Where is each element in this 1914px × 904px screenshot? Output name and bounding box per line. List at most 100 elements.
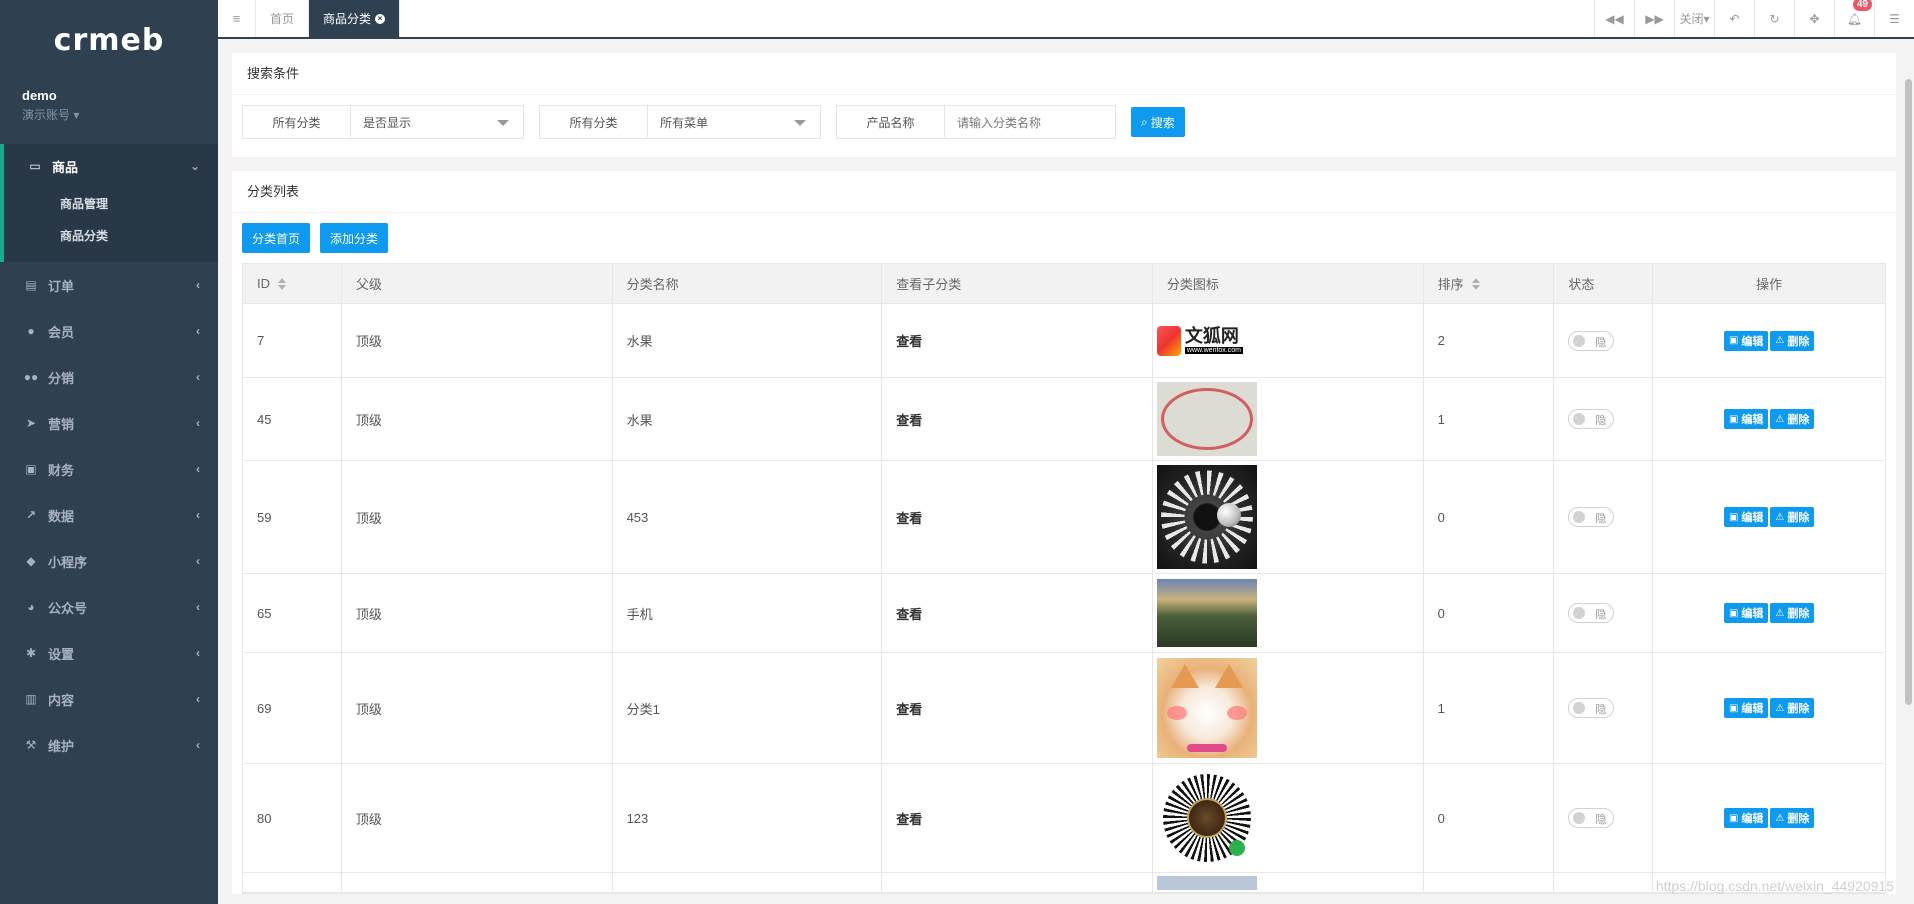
- chevron-left-icon: ‹: [196, 692, 200, 706]
- edit-button[interactable]: ▣ 编辑: [1723, 808, 1769, 828]
- edit-button[interactable]: ▣ 编辑: [1723, 330, 1769, 351]
- filter-menu-select[interactable]: 所有菜单: [648, 106, 820, 138]
- category-image[interactable]: [1156, 770, 1257, 866]
- menu-toggle-button[interactable]: ≡: [218, 0, 256, 37]
- category-name-input[interactable]: 请输入分类名称: [945, 106, 1115, 138]
- view-children-link[interactable]: 查看: [882, 574, 1153, 652]
- edit-button[interactable]: ▣ 编辑: [1723, 409, 1769, 429]
- category-image[interactable]: [1156, 875, 1257, 890]
- edit-button[interactable]: ▣ 编辑: [1723, 603, 1769, 623]
- back-button[interactable]: ↶: [1714, 0, 1754, 37]
- category-image[interactable]: [1156, 382, 1257, 456]
- menu-content[interactable]: ▥ 内容 ‹: [0, 676, 218, 722]
- fullscreen-button[interactable]: ✥: [1794, 0, 1834, 37]
- status-toggle[interactable]: 隐: [1568, 603, 1615, 623]
- filter-show-select[interactable]: 是否显示: [351, 106, 523, 138]
- row-name: 水果: [613, 378, 883, 460]
- chevron-left-icon: ‹: [196, 554, 200, 568]
- status-toggle[interactable]: 隐: [1568, 808, 1615, 828]
- edit-label: 编辑: [1741, 608, 1764, 620]
- user-name: demo: [22, 88, 57, 103]
- category-image[interactable]: [1156, 579, 1257, 647]
- tab-goods-category[interactable]: 商品分类 ×: [309, 0, 401, 37]
- menu-member[interactable]: ● 会员 ‹: [0, 308, 218, 354]
- chevron-down-icon: ⌄: [189, 159, 200, 173]
- search-button[interactable]: ⌕ 搜索: [1131, 107, 1185, 137]
- delete-button[interactable]: ⚠ 删除: [1770, 409, 1815, 429]
- edit-label: 编辑: [1741, 813, 1764, 825]
- category-home-button[interactable]: 分类首页: [242, 223, 311, 253]
- edit-button[interactable]: ▣ 编辑: [1723, 507, 1769, 527]
- table-row: 69 顶级 分类1 查看 1 隐 ▣ 编辑 ⚠ 删除: [243, 653, 1885, 764]
- row-children: [882, 873, 1153, 892]
- tab-goods-category-label: 商品分类: [323, 12, 372, 26]
- row-id: 69: [243, 653, 342, 763]
- close-dropdown-button[interactable]: 关闭 ▾: [1674, 0, 1714, 37]
- scroll-left-button[interactable]: ◀◀: [1594, 0, 1634, 37]
- refresh-icon: ↻: [1769, 11, 1780, 26]
- row-actions: ▣ 编辑 ⚠ 删除: [1653, 653, 1885, 763]
- row-sort: 0: [1424, 574, 1555, 652]
- menu-marketing[interactable]: ➤ 营销 ‹: [0, 400, 218, 446]
- chevron-left-icon: ‹: [196, 738, 200, 752]
- watermark: https://blog.csdn.net/weixin_44920915: [1655, 878, 1894, 894]
- view-children-link[interactable]: 查看: [882, 764, 1153, 872]
- delete-button[interactable]: ⚠ 删除: [1770, 507, 1815, 527]
- refresh-button[interactable]: ↻: [1754, 0, 1794, 37]
- submenu-goods-category[interactable]: 商品分类: [60, 220, 218, 252]
- col-label: ID: [257, 276, 270, 291]
- menu-settings[interactable]: ✱ 设置 ‹: [0, 630, 218, 676]
- scroll-right-button[interactable]: ▶▶: [1634, 0, 1674, 37]
- close-tab-icon[interactable]: ×: [375, 13, 386, 24]
- backward-icon: ◀◀: [1605, 11, 1624, 26]
- page-scrollbar[interactable]: [1905, 79, 1912, 705]
- add-category-button[interactable]: 添加分类: [320, 223, 389, 253]
- tab-home[interactable]: 首页: [256, 0, 310, 37]
- view-children-link[interactable]: 查看: [882, 378, 1153, 460]
- menu-finance[interactable]: ▣ 财务 ‹: [0, 446, 218, 492]
- chevron-left-icon: ‹: [196, 462, 200, 476]
- toggle-label: 隐: [1595, 704, 1607, 716]
- category-image[interactable]: 文狐网 www.wenfox.com: [1156, 322, 1257, 359]
- user-role-dropdown[interactable]: 演示账号 ▾: [22, 106, 196, 123]
- submenu-goods-manage[interactable]: 商品管理: [60, 188, 218, 220]
- wechat-icon: ◕: [27, 600, 35, 614]
- menu-distribution[interactable]: ●● 分销 ‹: [0, 354, 218, 400]
- table-row: 65 顶级 手机 查看 0 隐 ▣ 编辑 ⚠ 删除: [243, 574, 1885, 653]
- delete-button[interactable]: ⚠ 删除: [1770, 698, 1815, 718]
- menu-label: 内容: [48, 692, 75, 708]
- delete-label: 删除: [1787, 414, 1810, 426]
- menu-goods[interactable]: ▭ 商品 ⌄: [4, 144, 218, 188]
- menu-miniprogram[interactable]: ◆ 小程序 ‹: [0, 538, 218, 584]
- menu-data[interactable]: ↗ 数据 ‹: [0, 492, 218, 538]
- row-parent: 顶级: [342, 378, 613, 460]
- status-toggle[interactable]: 隐: [1568, 330, 1615, 351]
- view-children-link[interactable]: 查看: [882, 461, 1153, 573]
- right-sidebar-button[interactable]: ☰: [1874, 0, 1914, 37]
- delete-button[interactable]: ⚠ 删除: [1770, 603, 1815, 623]
- col-sort[interactable]: 排序: [1424, 264, 1555, 303]
- view-children-link[interactable]: 查看: [882, 653, 1153, 763]
- menu-label: 订单: [48, 278, 75, 294]
- delete-button[interactable]: ⚠ 删除: [1770, 808, 1815, 828]
- status-toggle[interactable]: 隐: [1568, 698, 1615, 718]
- col-actions: 操作: [1756, 277, 1783, 292]
- laptop-icon: ▭: [29, 159, 41, 173]
- delete-button[interactable]: ⚠ 删除: [1770, 330, 1815, 351]
- col-children: 查看子分类: [882, 264, 1153, 303]
- status-toggle[interactable]: 隐: [1568, 507, 1615, 527]
- row-icon-cell: [1153, 764, 1424, 872]
- edit-button[interactable]: ▣ 编辑: [1723, 698, 1769, 718]
- menu-order[interactable]: ▤ 订单 ‹: [0, 262, 218, 308]
- table-row: 80 顶级 123 查看 0 隐 ▣ 编辑 ⚠ 删除: [243, 764, 1885, 873]
- status-toggle[interactable]: 隐: [1568, 409, 1615, 429]
- col-id[interactable]: ID: [243, 264, 342, 303]
- chart-icon: ↗: [25, 508, 37, 522]
- row-status-cell: 隐: [1554, 304, 1654, 377]
- menu-maintenance[interactable]: ⚒ 维护 ‹: [0, 722, 218, 768]
- menu-official-account[interactable]: ◕ 公众号 ‹: [0, 584, 218, 630]
- category-image[interactable]: [1156, 658, 1257, 758]
- notification-button[interactable]: 🔔︎ 49: [1834, 0, 1874, 37]
- category-image[interactable]: [1156, 465, 1257, 569]
- view-children-link[interactable]: 查看: [882, 304, 1153, 377]
